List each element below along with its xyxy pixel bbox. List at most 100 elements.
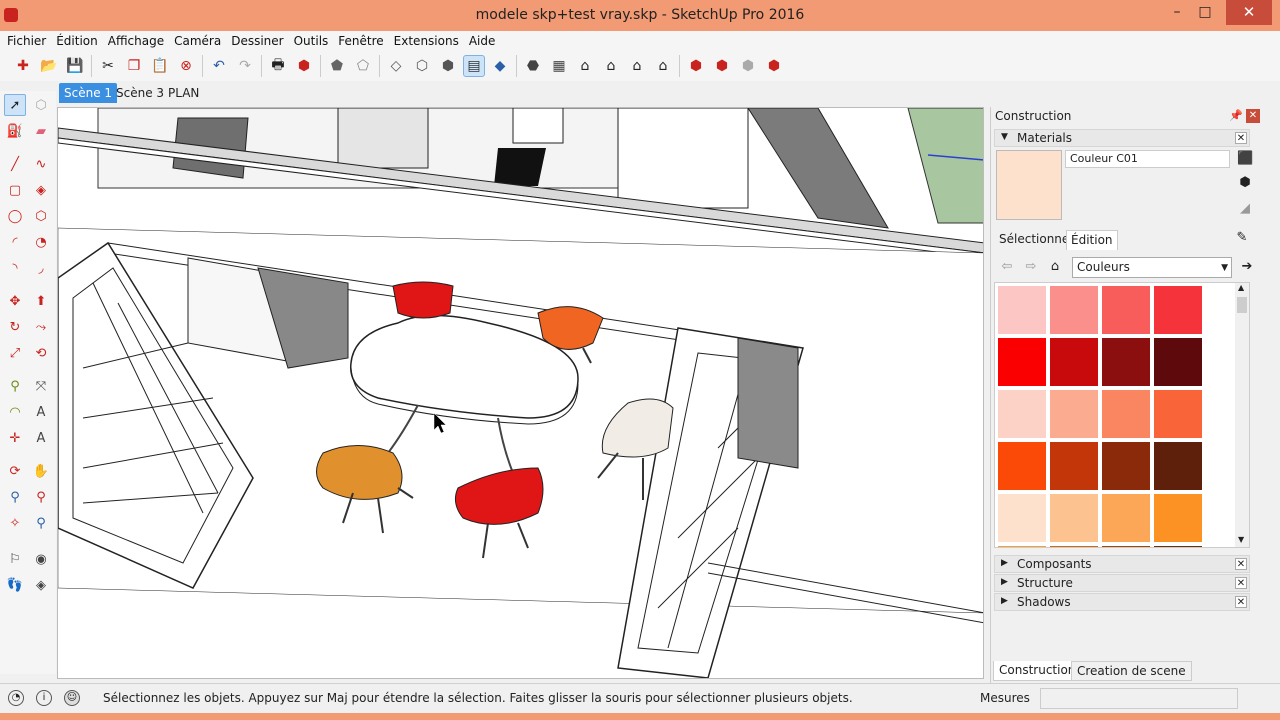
back-icon[interactable]: ⌂ [626, 55, 648, 77]
hidden-line-icon[interactable]: ⬡ [411, 55, 433, 77]
material-preview[interactable] [996, 150, 1062, 220]
scroll-down-icon[interactable]: ▼ [1238, 535, 1244, 544]
redo-icon[interactable]: ↷ [234, 55, 256, 77]
circle-icon[interactable]: ◯ [4, 205, 26, 227]
look-around-icon[interactable]: ◉ [30, 548, 52, 570]
left-icon[interactable]: ⌂ [652, 55, 674, 77]
back-arrow-icon[interactable]: ⇦ [998, 259, 1016, 277]
menu-outils[interactable]: Outils [289, 34, 334, 48]
section-close-icon[interactable]: ✕ [1235, 596, 1247, 608]
section-close-icon[interactable]: ✕ [1235, 577, 1247, 589]
color-swatch[interactable] [1154, 338, 1202, 386]
color-swatch[interactable] [1102, 286, 1150, 334]
share-model-icon[interactable]: ⬢ [711, 55, 733, 77]
walk-icon[interactable]: 👣 [4, 574, 26, 596]
top-icon[interactable]: ▦ [548, 55, 570, 77]
eraser-icon[interactable]: ▰ [30, 120, 52, 142]
color-swatch[interactable] [1102, 442, 1150, 490]
axes-icon[interactable]: ✛ [4, 427, 26, 449]
move-icon[interactable]: ✥ [4, 290, 26, 312]
shadows-section-header[interactable]: ▶ Shadows ✕ [994, 593, 1250, 611]
menu-fenetre[interactable]: Fenêtre [333, 34, 388, 48]
3d-text-icon[interactable]: A [30, 427, 52, 449]
tab-edition[interactable]: Édition [1066, 230, 1118, 250]
orbit-icon[interactable]: ⟳ [4, 460, 26, 482]
menu-affichage[interactable]: Affichage [103, 34, 169, 48]
share-component-icon[interactable]: ⬢ [737, 55, 759, 77]
scene-tab-plan[interactable]: PLAN [163, 83, 204, 103]
rotated-rectangle-icon[interactable]: ◈ [30, 179, 52, 201]
paste-icon[interactable]: 📋 [149, 55, 171, 77]
color-swatch[interactable] [1050, 546, 1098, 547]
position-camera-icon[interactable]: ⚐ [4, 548, 26, 570]
offset-icon[interactable]: ⟲ [30, 342, 52, 364]
materials-section-header[interactable]: ▼ Materials ✕ [994, 129, 1250, 147]
color-swatch[interactable] [1154, 390, 1202, 438]
menu-extensions[interactable]: Extensions [389, 34, 464, 48]
color-swatch[interactable] [1050, 494, 1098, 542]
wireframe-icon[interactable]: ◇ [385, 55, 407, 77]
minimize-button[interactable]: – [1163, 0, 1191, 25]
push-pull-icon[interactable]: ⬆ [30, 290, 52, 312]
sample-paint-icon[interactable]: ✎ [1234, 230, 1250, 246]
save-icon[interactable]: 💾 [64, 55, 86, 77]
pie-icon[interactable]: ◔ [30, 231, 52, 253]
copy-icon[interactable]: ❐ [123, 55, 145, 77]
text-icon[interactable]: A [30, 401, 52, 423]
forward-arrow-icon[interactable]: ⇨ [1022, 259, 1040, 277]
back-edges-icon[interactable]: ⬠ [352, 55, 374, 77]
line-icon[interactable]: ╱ [4, 153, 26, 175]
menu-fichier[interactable]: Fichier [2, 34, 51, 48]
zoom-window-icon[interactable]: ⚲ [30, 486, 52, 508]
menu-edition[interactable]: Édition [51, 34, 103, 48]
arc-icon[interactable]: ◜ [4, 231, 26, 253]
iso-icon[interactable]: ⬣ [522, 55, 544, 77]
color-swatch[interactable] [1050, 338, 1098, 386]
monochrome-icon[interactable]: ◆ [489, 55, 511, 77]
shaded-icon[interactable]: ⬢ [437, 55, 459, 77]
color-swatch[interactable] [998, 494, 1046, 542]
tray-tab-construction[interactable]: Construction [993, 661, 1082, 681]
chair-red-back[interactable] [392, 281, 454, 319]
two-point-arc-icon[interactable]: ◝ [4, 257, 26, 279]
tape-measure-icon[interactable]: ⚲ [4, 375, 26, 397]
default-material-icon[interactable]: ◢ [1237, 201, 1253, 217]
rotate-icon[interactable]: ↻ [4, 316, 26, 338]
scene-tab-1[interactable]: Scène 1 [59, 83, 118, 103]
section-close-icon[interactable]: ✕ [1235, 132, 1247, 144]
model-info-icon[interactable]: ⬢ [293, 55, 315, 77]
color-swatch[interactable] [998, 390, 1046, 438]
tray-close-icon[interactable]: ✕ [1246, 109, 1260, 123]
structure-section-header[interactable]: ▶ Structure ✕ [994, 574, 1250, 592]
pin-icon[interactable]: 📌 [1229, 109, 1243, 122]
polygon-icon[interactable]: ⬡ [30, 205, 52, 227]
shaded-textures-icon[interactable]: ▤ [463, 55, 485, 77]
open-icon[interactable]: 📂 [38, 55, 60, 77]
display-secondary-icon[interactable]: ⬛ [1237, 151, 1253, 167]
section-plane-icon[interactable]: ◈ [30, 574, 52, 596]
erase-icon[interactable]: ⊗ [175, 55, 197, 77]
color-swatch[interactable] [998, 338, 1046, 386]
create-material-icon[interactable]: ⬢ [1237, 175, 1253, 191]
material-name-field[interactable]: Couleur C01 [1065, 150, 1230, 168]
menu-dessiner[interactable]: Dessiner [226, 34, 288, 48]
swatch-scrollbar[interactable]: ▲ ▼ [1235, 283, 1249, 547]
close-button[interactable]: ✕ [1226, 0, 1272, 25]
color-swatch[interactable] [1102, 546, 1150, 547]
section-close-icon[interactable]: ✕ [1235, 558, 1247, 570]
paint-bucket-icon[interactable]: ⛽ [4, 120, 26, 142]
color-swatch[interactable] [1102, 494, 1150, 542]
print-icon[interactable]: 🖶 [267, 55, 289, 77]
rectangle-icon[interactable]: ▢ [4, 179, 26, 201]
zoom-icon[interactable]: ⚲ [4, 486, 26, 508]
dimension-icon[interactable]: ⤧ [30, 375, 52, 397]
new-icon[interactable]: ✚ [12, 55, 34, 77]
composants-section-header[interactable]: ▶ Composants ✕ [994, 555, 1250, 573]
previous-view-icon[interactable]: ⚲ [30, 512, 52, 534]
tray-tab-creation-scene[interactable]: Creation de scene [1071, 661, 1192, 681]
color-swatch[interactable] [1154, 546, 1202, 547]
cut-icon[interactable]: ✂ [97, 55, 119, 77]
extension-warehouse-icon[interactable]: ⬢ [763, 55, 785, 77]
color-swatch[interactable] [1050, 286, 1098, 334]
zoom-extents-icon[interactable]: ✧ [4, 512, 26, 534]
